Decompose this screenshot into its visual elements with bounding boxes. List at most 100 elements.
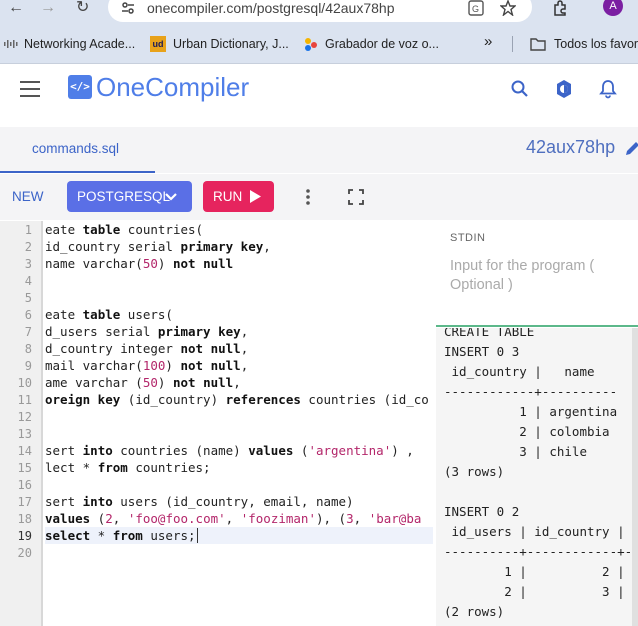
output-line: CREATE TABLE	[444, 328, 535, 339]
line-number: 20	[17, 546, 32, 560]
line-number: 13	[17, 427, 32, 441]
bookmark-divider	[512, 36, 513, 52]
chevron-down-icon	[165, 193, 177, 201]
code-line[interactable]: sert into countries (name) values ('arge…	[45, 442, 414, 459]
output-console: CREATE TABLE INSERT 0 3 id_country | name…	[436, 328, 638, 626]
svg-text:G: G	[472, 4, 479, 14]
menu-icon[interactable]	[20, 81, 40, 97]
code-line[interactable]: lect * from countries;	[45, 459, 211, 476]
output-line: INSERT 0 3	[444, 344, 520, 359]
code-editor[interactable]: 1 2 3 4 5 6 7 8 9 10 11 12 13 14 15 16 17 18 19 20 eate tab…	[0, 221, 433, 626]
line-number: 3	[24, 257, 32, 271]
translate-icon[interactable]: G	[468, 0, 484, 16]
line-number: 5	[24, 291, 32, 305]
line-number: 10	[17, 376, 32, 390]
output-line: INSERT 0 2	[444, 504, 520, 519]
language-label: POSTGRESQL	[77, 189, 171, 204]
bookmark-voice-recorder[interactable]: Grabador de voz o...	[325, 36, 439, 52]
output-line: 2 | colombia	[444, 424, 610, 439]
line-number: 15	[17, 461, 32, 475]
line-number: 17	[17, 495, 32, 509]
output-line: 1 | argentina	[444, 404, 618, 419]
forward-arrow-icon[interactable]: →	[40, 0, 56, 16]
output-line: (2 rows)	[444, 604, 505, 619]
edit-pencil-icon[interactable]	[624, 139, 638, 157]
output-line: ----------+------------+-	[444, 544, 633, 559]
code-line[interactable]: mail varchar(100) not null,	[45, 357, 248, 374]
reload-icon[interactable]: ↻	[76, 0, 89, 16]
line-number: 11	[17, 393, 32, 407]
theme-toggle-icon[interactable]	[554, 79, 574, 99]
bookmark-all-favorites[interactable]: Todos los favori	[554, 36, 638, 52]
back-arrow-icon[interactable]: ←	[8, 0, 24, 16]
logo-icon[interactable]: </>	[68, 75, 92, 99]
bookmark-urban-dictionary[interactable]: Urban Dictionary, J...	[173, 36, 289, 52]
line-number: 7	[24, 325, 32, 339]
stdin-label: STDIN	[450, 232, 486, 244]
star-icon[interactable]	[500, 0, 516, 16]
code-line[interactable]: sert into users (id_country, email, name…	[45, 493, 354, 510]
run-label: RUN	[213, 189, 243, 204]
output-line: 2 | 3 |	[444, 584, 625, 599]
new-button[interactable]: NEW	[12, 189, 44, 204]
line-number: 18	[17, 512, 32, 526]
code-line[interactable]: ame varchar (50) not null,	[45, 374, 241, 391]
tab-commands-sql[interactable]: commands.sql	[32, 141, 119, 156]
run-button[interactable]: RUN	[203, 181, 274, 212]
bookmarks-bar: Networking Acade... ud Urban Dictionary,…	[0, 24, 638, 64]
code-id-title[interactable]: 42aux78hp	[526, 137, 615, 158]
output-line: ------------+----------	[444, 384, 618, 399]
output-scrollbar[interactable]	[632, 328, 638, 626]
stdin-input[interactable]: Input for the program ( Optional )	[450, 257, 630, 295]
urban-dictionary-icon: ud	[150, 36, 166, 52]
line-number: 4	[24, 274, 32, 288]
more-options-icon[interactable]	[304, 188, 312, 206]
output-line: id_country | name	[444, 364, 595, 379]
cisco-icon	[4, 40, 18, 48]
url-text[interactable]: onecompiler.com/postgresql/42aux78hp	[147, 0, 395, 16]
line-number: 6	[24, 308, 32, 322]
line-number: 1	[24, 223, 32, 237]
code-line[interactable]: d_country integer not null,	[45, 340, 248, 357]
output-line: 3 | chile	[444, 444, 587, 459]
stdin-area[interactable]: STDIN Input for the program ( Optional )	[436, 221, 638, 327]
code-line[interactable]: eate table users(	[45, 306, 173, 323]
file-tabs: commands.sql 42aux78hp	[0, 127, 638, 173]
profile-avatar[interactable]: A	[603, 0, 623, 16]
logo-text[interactable]: OneCompiler	[96, 71, 249, 103]
language-select-button[interactable]: POSTGRESQL	[67, 181, 192, 212]
code-line[interactable]: values (2, 'foo@foo.com', 'fooziman'), (…	[45, 510, 421, 527]
line-number: 9	[24, 359, 32, 373]
active-tab-indicator	[0, 171, 155, 173]
code-line[interactable]: name varchar(50) not null	[45, 255, 233, 272]
code-line[interactable]: select * from users;	[45, 527, 198, 544]
notifications-bell-icon[interactable]	[598, 79, 618, 99]
fullscreen-icon[interactable]	[348, 189, 364, 205]
site-info-icon[interactable]	[120, 0, 136, 16]
more-bookmarks-chevron-icon[interactable]: »	[484, 34, 492, 50]
line-number-gutter: 1 2 3 4 5 6 7 8 9 10 11 12 13 14 15 16 17 18 19 20	[0, 221, 43, 626]
app-header: </> OneCompiler	[0, 65, 638, 115]
bookmark-networking-academy[interactable]: Networking Acade...	[24, 36, 135, 52]
line-number: 14	[17, 444, 32, 458]
output-line: id_users | id_country |	[444, 524, 625, 539]
play-icon	[250, 190, 261, 203]
line-number: 19	[17, 529, 32, 543]
folder-icon	[530, 38, 546, 51]
output-line: 1 | 2 |	[444, 564, 625, 579]
editor-toolbar: NEW POSTGRESQL RUN	[0, 174, 638, 220]
extensions-icon[interactable]	[552, 0, 568, 16]
code-line[interactable]: oreign key (id_country) references count…	[45, 391, 429, 408]
code-line[interactable]: d_users serial primary key,	[45, 323, 248, 340]
line-number: 8	[24, 342, 32, 356]
code-line[interactable]: eate table countries(	[45, 221, 203, 238]
io-panel: STDIN Input for the program ( Optional )…	[436, 221, 638, 626]
line-number: 2	[24, 240, 32, 254]
line-number: 12	[17, 410, 32, 424]
search-icon[interactable]	[510, 79, 530, 99]
code-line[interactable]: id_country serial primary key,	[45, 238, 271, 255]
output-line: (3 rows)	[444, 464, 505, 479]
line-number: 16	[17, 478, 32, 492]
browser-toolbar: ← → ↻ onecompiler.com/postgresql/42aux78…	[0, 0, 638, 24]
voice-recorder-icon	[305, 38, 317, 51]
